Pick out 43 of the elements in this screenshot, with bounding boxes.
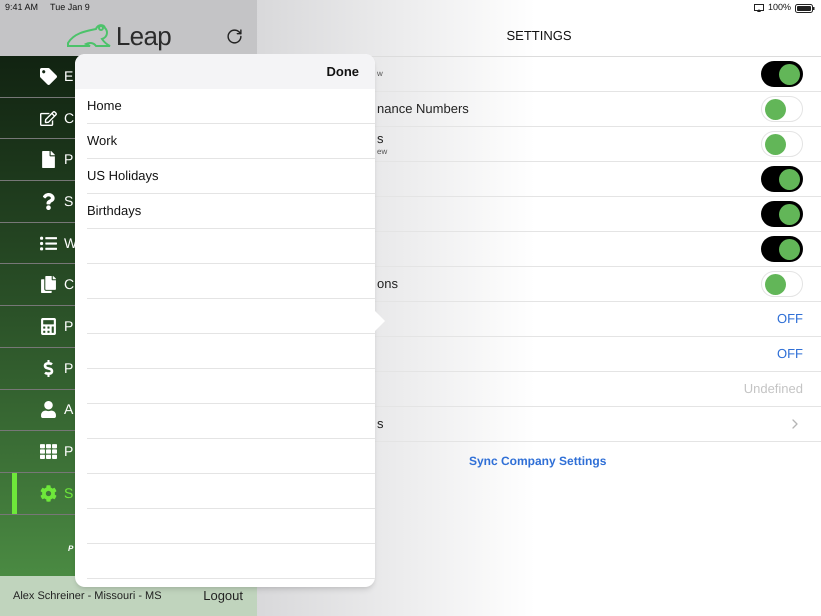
user-icon [40, 401, 57, 418]
settings-icon [40, 484, 57, 502]
setting-value[interactable]: OFF [777, 309, 803, 329]
tag-icon [40, 68, 57, 85]
calendar-item[interactable]: US Holidays [87, 166, 159, 186]
setting-label: s [377, 416, 384, 432]
setting-label: ons [377, 276, 399, 292]
app-logo: Leap [116, 20, 172, 52]
status-date: Tue Jan 9 [50, 1, 90, 14]
toggle-switch[interactable] [761, 131, 803, 157]
setting-value[interactable]: OFF [777, 344, 803, 364]
calculator-icon [40, 318, 57, 335]
setting-label: s [377, 130, 384, 148]
edit-icon [40, 110, 57, 127]
toggle-switch[interactable] [761, 96, 803, 122]
setting-description: w [377, 69, 384, 79]
grid-icon [40, 443, 57, 460]
screen-mirroring-icon [754, 4, 764, 12]
sidebar-caption: P [68, 543, 74, 556]
calendar-item[interactable]: Birthdays [87, 201, 142, 221]
battery-icon [795, 4, 815, 12]
setting-label: nance Numbers [377, 100, 470, 118]
frog-logo-icon [66, 23, 112, 49]
document-icon [40, 151, 57, 168]
calendar-item[interactable]: Work [87, 131, 118, 151]
toggle-switch[interactable] [761, 166, 803, 192]
toggle-switch[interactable] [761, 61, 803, 87]
toggle-switch[interactable] [761, 236, 803, 262]
copy-icon [40, 276, 57, 294]
refresh-icon[interactable] [226, 28, 243, 44]
setting-description: ew [377, 147, 388, 158]
done-button[interactable]: Done [326, 62, 359, 82]
logout-button[interactable]: Logout [203, 586, 243, 606]
sync-company-settings-link[interactable]: Sync Company Settings [469, 452, 606, 470]
status-time: 9:41 AM [5, 1, 38, 14]
user-name: Alex Schreiner - Missouri - MS [13, 588, 162, 604]
toggle-switch[interactable] [761, 201, 803, 227]
battery-percent: 100% [768, 1, 791, 14]
toggle-switch[interactable] [761, 271, 803, 297]
calendar-item[interactable]: Home [87, 96, 122, 116]
list-icon [40, 234, 57, 252]
help-icon [40, 192, 57, 210]
page-title: SETTINGS [506, 27, 572, 46]
